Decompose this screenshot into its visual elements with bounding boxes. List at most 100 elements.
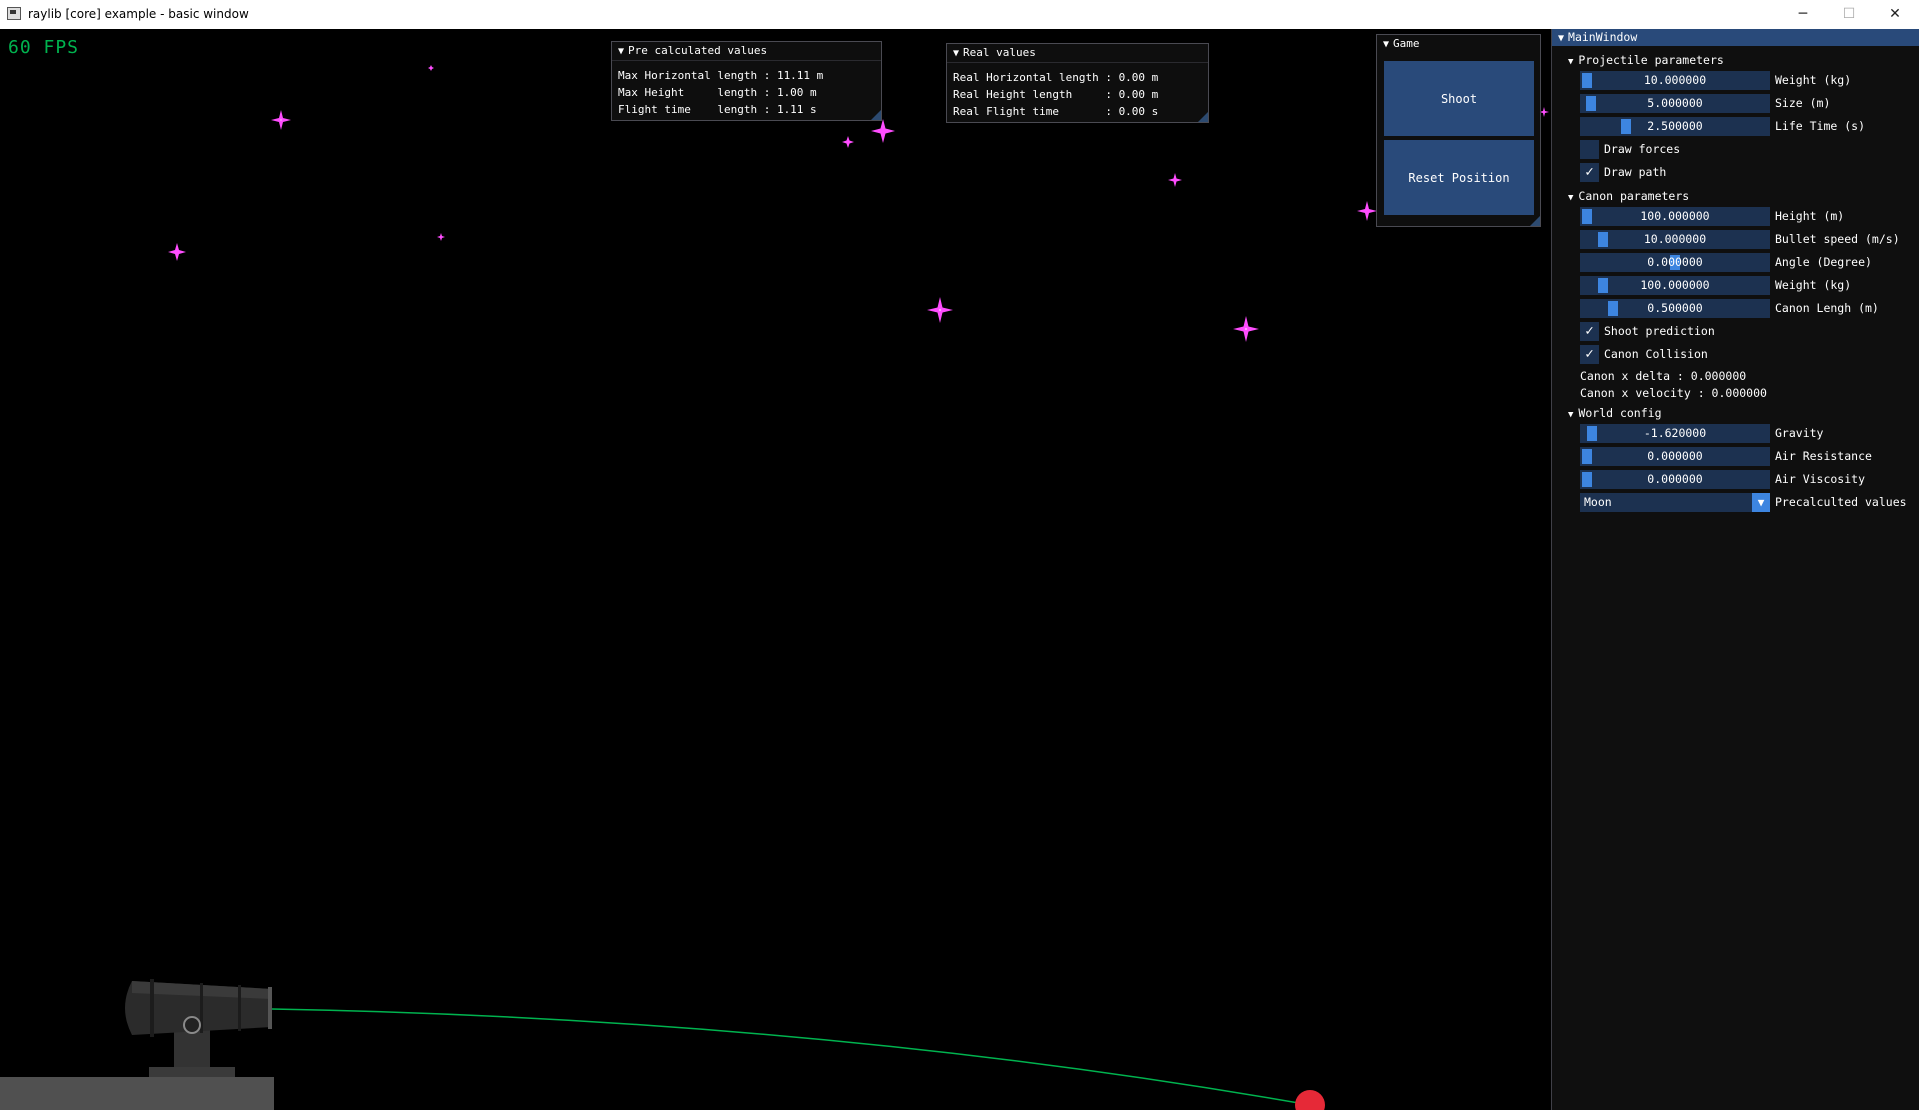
real-row: Real Height length : 0.00 m [953,88,1159,101]
resize-grip[interactable] [1198,112,1208,122]
slider-value: 0.000000 [1647,472,1703,486]
angle-slider[interactable]: 0.000000 [1580,253,1770,272]
fps-counter: 60 FPS [8,37,80,58]
checkbox-label: Draw path [1604,165,1667,179]
gravity-slider[interactable]: -1.620000 [1580,424,1770,443]
close-button[interactable]: ✕ [1872,0,1918,29]
star-icon [1233,316,1259,342]
checkbox-label: Draw forces [1604,142,1681,156]
tree-label: World config [1578,406,1662,420]
slider-value: 100.000000 [1640,278,1710,292]
star-icon [871,119,895,143]
slider-value: 10.000000 [1643,232,1707,246]
trajectory-path [271,1008,1311,1106]
precalc-title: Pre calculated values [628,44,768,57]
tree-canon-parameters[interactable]: ▼ Canon parameters [1568,188,1689,205]
tree-label: Canon parameters [1578,189,1690,203]
slider-value: 100.000000 [1640,209,1710,223]
window-title: raylib [core] example - basic window [28,7,249,21]
precalc-window[interactable]: ▼ Pre calculated values Max Horizontal le… [611,41,882,121]
projectile-ball [1295,1090,1325,1110]
shoot-button[interactable]: Shoot [1384,61,1534,136]
star-icon [927,297,953,323]
air-viscosity-slider[interactable]: 0.000000 [1580,470,1770,489]
ground-platform [0,1077,274,1110]
game-title: Game [1393,37,1420,50]
tree-projectile-parameters[interactable]: ▼ Projectile parameters [1568,52,1724,69]
reset-position-button[interactable]: Reset Position [1384,140,1534,215]
slider-value: 2.500000 [1647,119,1703,133]
field-label: Life Time (s) [1775,119,1866,133]
game-viewport[interactable]: 60 FPS ▼ Pre calculated values Max Horizo… [0,29,1551,1110]
field-label: Precalculted values [1775,495,1907,509]
field-label: Air Viscosity [1775,472,1866,486]
canon-x-delta: Canon x delta : 0.000000 [1580,369,1747,383]
tree-label: Projectile parameters [1578,53,1724,67]
projectile-weight-slider[interactable]: 10.000000 [1580,71,1770,90]
real-values-window[interactable]: ▼ Real values Real Horizontal length : 0.… [946,43,1209,123]
scene-canvas [0,65,1549,1110]
draw-forces-checkbox[interactable] [1580,140,1599,159]
bullet-speed-slider[interactable]: 10.000000 [1580,230,1770,249]
canon-x-velocity: Canon x velocity : 0.000000 [1580,386,1767,400]
resize-grip[interactable] [871,110,881,120]
star-icon [842,136,854,148]
real-row: Real Horizontal length : 0.00 m [953,71,1159,84]
canon-height-slider[interactable]: 100.000000 [1580,207,1770,226]
precalculated-values-select[interactable]: Moon ▼ [1580,493,1770,512]
collapse-arrow-icon[interactable]: ▼ [1383,39,1389,50]
window-titlebar: raylib [core] example - basic window ─ ☐… [0,0,1919,29]
canon-weight-slider[interactable]: 100.000000 [1580,276,1770,295]
cannon-icon [125,979,272,1037]
star-icon [168,243,186,261]
precalc-row: Max Horizontal length : 11.11 m [618,69,824,82]
projectile-size-slider[interactable]: 5.000000 [1580,94,1770,113]
field-label: Weight (kg) [1775,73,1852,87]
slider-value: 0.500000 [1647,301,1703,315]
collapse-arrow-icon[interactable]: ▼ [953,48,959,59]
tree-world-config[interactable]: ▼ World config [1568,405,1662,422]
slider-value: 0.000000 [1647,255,1703,269]
maximize-button[interactable]: ☐ [1826,0,1872,29]
app-icon [7,7,21,20]
precalc-row: Max Height length : 1.00 m [618,86,817,99]
field-label: Size (m) [1775,96,1831,110]
shoot-prediction-checkbox[interactable]: ✓ [1580,322,1599,341]
cannon-base [149,1067,235,1077]
collapse-arrow-icon[interactable]: ▼ [1558,33,1564,44]
canon-collision-checkbox[interactable]: ✓ [1580,345,1599,364]
draw-path-checkbox[interactable]: ✓ [1580,163,1599,182]
game-window-title[interactable]: ▼ Game [1377,35,1540,53]
main-window-panel[interactable]: ▼ MainWindow ▼ Projectile parameters 10.00… [1551,29,1919,1110]
real-values-window-title[interactable]: ▼ Real values [947,44,1208,63]
real-row: Real Flight time : 0.00 s [953,105,1159,118]
slider-value: 10.000000 [1643,73,1707,87]
resize-grip[interactable] [1530,216,1540,226]
game-window[interactable]: ▼ Game Shoot Reset Position [1376,34,1541,227]
field-label: Gravity [1775,426,1824,440]
checkbox-label: Shoot prediction [1604,324,1715,338]
star-icon [1357,201,1377,221]
tree-arrow-icon[interactable]: ▼ [1568,193,1573,203]
field-label: Weight (kg) [1775,278,1852,292]
tree-arrow-icon[interactable]: ▼ [1568,410,1573,420]
main-title-label: MainWindow [1568,30,1638,44]
star-icon [428,65,434,71]
field-label: Canon Lengh (m) [1775,301,1879,315]
precalc-window-title[interactable]: ▼ Pre calculated values [612,42,881,61]
real-values-title: Real values [963,46,1036,59]
slider-value: 5.000000 [1647,96,1703,110]
air-resistance-slider[interactable]: 0.000000 [1580,447,1770,466]
slider-value: 0.000000 [1647,449,1703,463]
star-icon [271,110,291,130]
minimize-button[interactable]: ─ [1780,0,1826,29]
main-window-title[interactable]: ▼ MainWindow [1552,29,1919,46]
projectile-lifetime-slider[interactable]: 2.500000 [1580,117,1770,136]
collapse-arrow-icon[interactable]: ▼ [618,46,624,57]
checkbox-label: Canon Collision [1604,347,1708,361]
slider-value: -1.620000 [1643,426,1707,440]
precalc-row: Flight time length : 1.11 s [618,103,817,116]
tree-arrow-icon[interactable]: ▼ [1568,57,1573,67]
canon-length-slider[interactable]: 0.500000 [1580,299,1770,318]
chevron-down-icon[interactable]: ▼ [1752,493,1770,512]
